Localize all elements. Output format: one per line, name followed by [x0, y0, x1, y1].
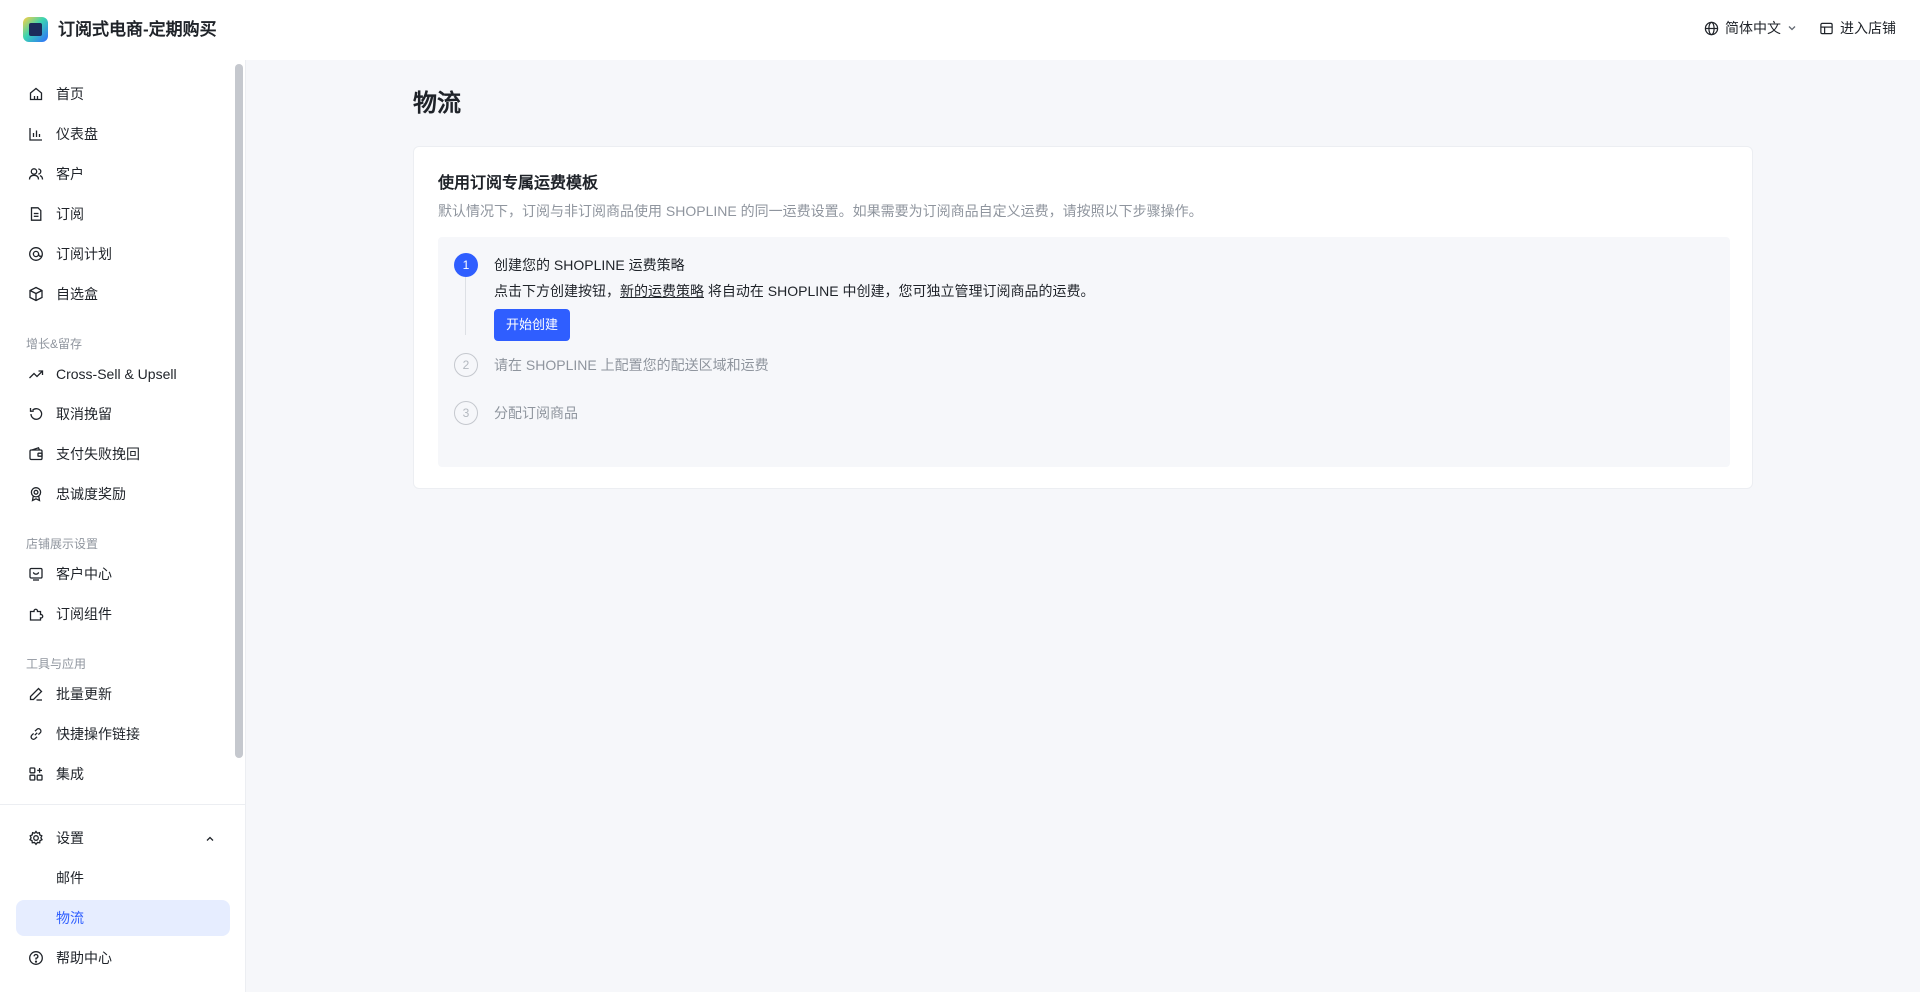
step-title: 请在 SHOPLINE 上配置您的配送区域和运费 [494, 357, 769, 373]
step-desc-text: 将自动在 SHOPLINE 中创建，您可独立管理订阅商品的运费。 [704, 283, 1095, 299]
sidebar-item-help[interactable]: 帮助中心 [16, 940, 230, 976]
sidebar-item-cancel-retention[interactable]: 取消挽留 [16, 396, 230, 432]
undo-icon [28, 406, 44, 422]
enter-store-button[interactable]: 进入店铺 [1819, 18, 1896, 38]
store-icon [1820, 22, 1833, 34]
bar-chart-icon [28, 126, 44, 142]
sidebar-item-label: 邮件 [56, 870, 84, 886]
sidebar-item-customers[interactable]: 客户 [16, 156, 230, 192]
step-desc-text: 点击下方创建按钮， [494, 283, 620, 299]
step-description: 点击下方创建按钮，新的运费策略 将自动在 SHOPLINE 中创建，您可独立管理… [494, 281, 1094, 301]
sidebar-item-label: 订阅组件 [56, 606, 112, 622]
app-title: 订阅式电商-定期购买 [58, 20, 217, 39]
sidebar-scroll-thumb[interactable] [235, 64, 243, 758]
sidebar-item-cross-sell[interactable]: Cross-Sell & Upsell [16, 356, 230, 392]
top-actions: 简体中文 进入店铺 [1704, 18, 1896, 38]
home-icon [28, 86, 44, 102]
sidebar-item-dashboard[interactable]: 仪表盘 [16, 116, 230, 152]
sidebar-section-growth: 增长&留存 [26, 337, 83, 351]
sidebar-item-loyalty[interactable]: 忠诚度奖励 [16, 476, 230, 512]
sidebar-item-plans[interactable]: 订阅计划 [16, 236, 230, 272]
page-title: 物流 [413, 90, 461, 117]
medal-icon [28, 486, 44, 502]
step-title: 分配订阅商品 [494, 405, 578, 421]
apps-icon [28, 766, 44, 782]
sidebar-item-label: 集成 [56, 766, 84, 782]
sidebar-item-widgets[interactable]: 订阅组件 [16, 596, 230, 632]
sidebar-item-label: 帮助中心 [56, 950, 112, 966]
edit-icon [28, 686, 44, 702]
puzzle-icon [28, 606, 44, 622]
sidebar-item-home[interactable]: 首页 [16, 76, 230, 112]
sidebar-item-customer-center[interactable]: 客户中心 [16, 556, 230, 592]
sidebar-item-label: 客户中心 [56, 566, 112, 582]
globe-icon [1704, 21, 1719, 35]
chevron-down-icon [1788, 26, 1796, 31]
customer-center-icon [28, 566, 44, 582]
step-number: 2 [454, 353, 478, 377]
app-logo-icon [23, 17, 48, 42]
card-description: 默认情况下，订阅与非订阅商品使用 SHOPLINE 的同一运费设置。如果需要为订… [438, 203, 1203, 219]
language-label: 简体中文 [1725, 20, 1781, 36]
sidebar-item-label: 忠诚度奖励 [56, 486, 126, 502]
sidebar-divider [0, 804, 246, 805]
sidebar-item-bulk-update[interactable]: 批量更新 [16, 676, 230, 712]
start-create-button[interactable]: 开始创建 [494, 309, 571, 341]
card-title: 使用订阅专属运费模板 [438, 175, 599, 192]
step-title: 创建您的 SHOPLINE 运费策略 [494, 257, 685, 273]
sidebar-item-label: 自选盒 [56, 286, 98, 302]
sidebar-item-logistics[interactable]: 物流 [16, 900, 230, 936]
sidebar-item-email[interactable]: 邮件 [16, 860, 230, 896]
trend-up-icon [28, 366, 44, 382]
sidebar-item-subscriptions[interactable]: 订阅 [16, 196, 230, 232]
sidebar-item-quick-links[interactable]: 快捷操作链接 [16, 716, 230, 752]
sidebar-item-settings[interactable]: 设置 [16, 820, 230, 856]
sidebar-item-label: 客户 [56, 166, 84, 182]
gear-icon [28, 830, 44, 846]
link-icon [28, 726, 44, 742]
sidebar-item-label: 订阅计划 [56, 246, 112, 262]
help-icon [28, 950, 44, 966]
sidebar-item-box[interactable]: 自选盒 [16, 276, 230, 312]
sidebar-item-integrations[interactable]: 集成 [16, 756, 230, 792]
sidebar-item-label: Cross-Sell & Upsell [56, 366, 177, 382]
sidebar-section-tools: 工具与应用 [26, 657, 87, 671]
steps-panel: 1 创建您的 SHOPLINE 运费策略 点击下方创建按钮，新的运费策略 将自动… [438, 237, 1730, 467]
sidebar-item-payment-recovery[interactable]: 支付失败挽回 [16, 436, 230, 472]
plan-icon [28, 246, 44, 262]
sidebar-item-label: 设置 [56, 830, 84, 846]
chevron-up-icon [204, 832, 216, 850]
new-shipping-policy-link[interactable]: 新的运费策略 [620, 283, 704, 299]
enter-store-label: 进入店铺 [1840, 20, 1896, 36]
document-icon [28, 206, 44, 222]
sidebar-item-label: 支付失败挽回 [56, 446, 140, 462]
sidebar-item-label: 订阅 [56, 206, 84, 222]
top-bar: 订阅式电商-定期购买 简体中文 进入店铺 [0, 0, 1920, 60]
sidebar-item-label: 仪表盘 [56, 126, 98, 142]
step-number: 3 [454, 401, 478, 425]
users-icon [28, 166, 44, 182]
box-icon [28, 286, 44, 302]
step-connector [465, 277, 466, 335]
sidebar-item-label: 快捷操作链接 [56, 726, 140, 742]
language-selector[interactable]: 简体中文 [1704, 18, 1797, 38]
sidebar-item-label: 取消挽留 [56, 406, 112, 422]
shipping-template-card: 使用订阅专属运费模板 默认情况下，订阅与非订阅商品使用 SHOPLINE 的同一… [413, 146, 1753, 489]
sidebar-item-label: 物流 [56, 910, 84, 926]
wallet-icon [28, 446, 44, 462]
sidebar-item-label: 批量更新 [56, 686, 112, 702]
sidebar-section-store: 店铺展示设置 [26, 537, 99, 551]
sidebar-item-label: 首页 [56, 86, 84, 102]
step-number: 1 [454, 253, 478, 277]
